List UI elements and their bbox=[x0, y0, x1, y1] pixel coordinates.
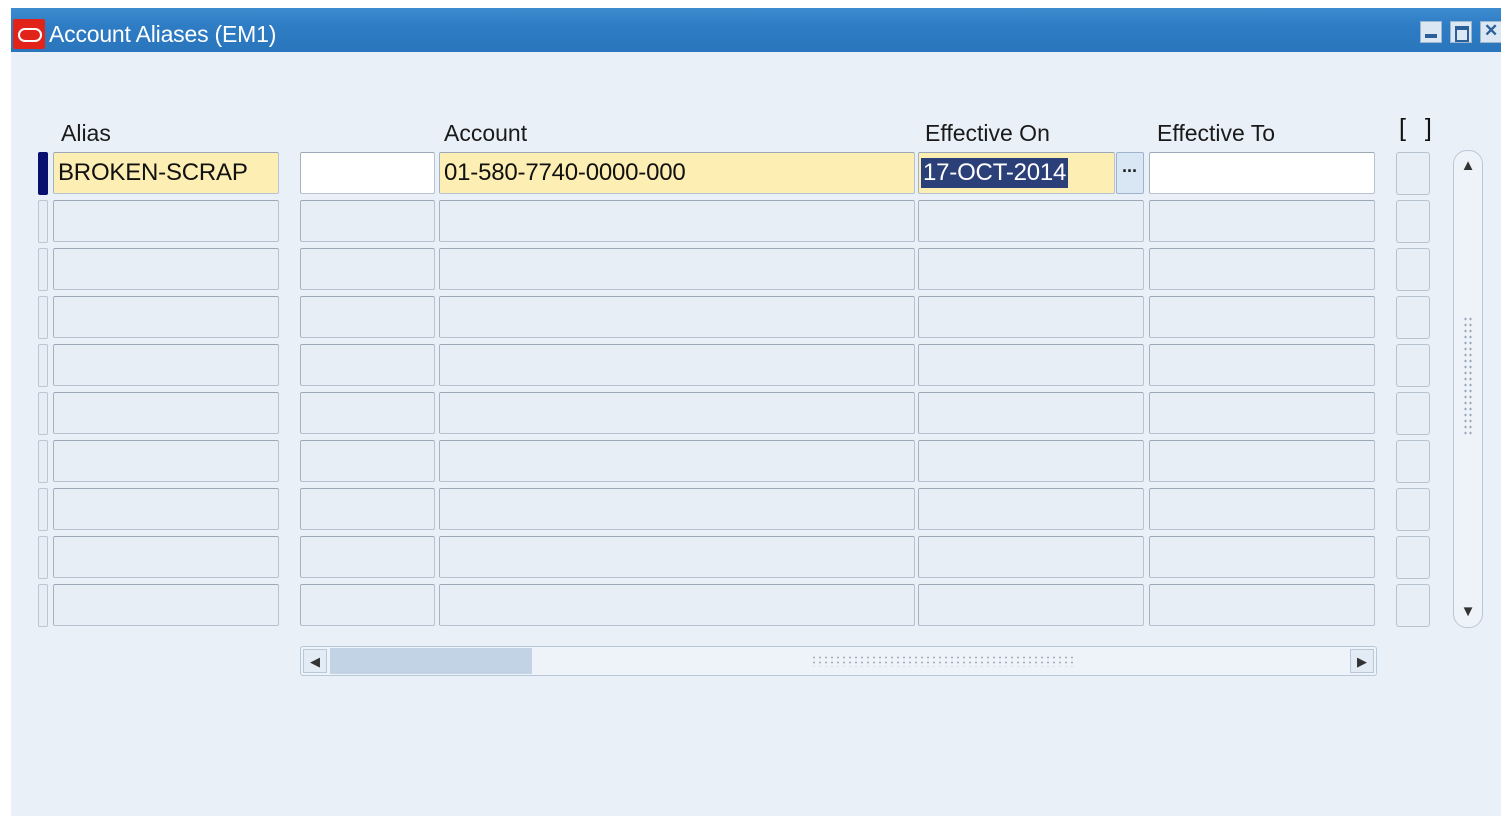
alias-field[interactable] bbox=[53, 200, 279, 242]
flexfield-cell[interactable] bbox=[1396, 152, 1430, 195]
effective-on-field[interactable] bbox=[918, 536, 1144, 578]
flexfield-cell[interactable] bbox=[1396, 296, 1430, 339]
effective-on-field[interactable] bbox=[918, 296, 1144, 338]
alias-field[interactable] bbox=[53, 584, 279, 626]
effective-on-field[interactable] bbox=[918, 488, 1144, 530]
description-field[interactable] bbox=[300, 152, 435, 194]
alias-field[interactable] bbox=[53, 392, 279, 434]
description-field[interactable] bbox=[300, 344, 435, 386]
alias-field[interactable] bbox=[53, 248, 279, 290]
column-header-account: Account bbox=[444, 120, 528, 146]
alias-field[interactable] bbox=[53, 488, 279, 530]
flexfield-cell[interactable] bbox=[1396, 440, 1430, 483]
horizontal-scroll-thumb[interactable] bbox=[330, 648, 532, 674]
effective-on-field-value: 17-OCT-2014 bbox=[921, 158, 1069, 188]
record-indicator[interactable] bbox=[38, 248, 48, 291]
horizontal-scroll-grip[interactable] bbox=[811, 655, 1073, 667]
account-field[interactable] bbox=[439, 392, 915, 434]
flexfield-cell[interactable] bbox=[1396, 392, 1430, 435]
minimize-icon[interactable] bbox=[1420, 21, 1442, 43]
effective-on-field[interactable]: 17-OCT-2014 bbox=[918, 152, 1115, 194]
maximize-icon[interactable] bbox=[1450, 21, 1472, 43]
effective-to-field[interactable] bbox=[1149, 584, 1375, 626]
scrollbar-grip[interactable] bbox=[1463, 316, 1473, 436]
oracle-logo-icon bbox=[13, 19, 45, 49]
account-field[interactable] bbox=[439, 584, 915, 626]
close-icon[interactable] bbox=[1480, 21, 1501, 43]
record-indicator[interactable] bbox=[38, 152, 48, 195]
account-field-value: 01-580-7740-0000-000 bbox=[444, 159, 686, 186]
account-field[interactable] bbox=[439, 536, 915, 578]
effective-on-field[interactable] bbox=[918, 392, 1144, 434]
record-indicator[interactable] bbox=[38, 584, 48, 627]
window-title: Account Aliases (EM1) bbox=[49, 21, 277, 47]
alias-field[interactable] bbox=[53, 440, 279, 482]
ellipsis-icon: ··· bbox=[1122, 161, 1138, 181]
description-field[interactable] bbox=[300, 392, 435, 434]
flexfield-cell[interactable] bbox=[1396, 584, 1430, 627]
flexfield-cell[interactable] bbox=[1396, 344, 1430, 387]
effective-to-field[interactable] bbox=[1149, 200, 1375, 242]
account-field[interactable] bbox=[439, 296, 915, 338]
description-field[interactable] bbox=[300, 200, 435, 242]
effective-on-field[interactable] bbox=[918, 440, 1144, 482]
scroll-down-icon[interactable]: ▼ bbox=[1459, 603, 1477, 621]
flexfield-cell[interactable] bbox=[1396, 200, 1430, 243]
effective-to-field[interactable] bbox=[1149, 536, 1375, 578]
scroll-right-icon[interactable]: ▶ bbox=[1350, 649, 1374, 673]
list-of-values-button[interactable]: ··· bbox=[1116, 152, 1144, 194]
effective-to-field[interactable] bbox=[1149, 248, 1375, 290]
alias-field[interactable]: BROKEN-SCRAP bbox=[53, 152, 279, 194]
description-field[interactable] bbox=[300, 248, 435, 290]
account-field[interactable] bbox=[439, 488, 915, 530]
vertical-scrollbar[interactable]: ▲ ▼ bbox=[1453, 150, 1483, 628]
scroll-left-icon[interactable]: ◀ bbox=[303, 649, 327, 673]
record-indicator[interactable] bbox=[38, 536, 48, 579]
effective-to-field[interactable] bbox=[1149, 488, 1375, 530]
description-field[interactable] bbox=[300, 584, 435, 626]
alias-field[interactable] bbox=[53, 536, 279, 578]
effective-on-field[interactable] bbox=[918, 344, 1144, 386]
record-indicator[interactable] bbox=[38, 440, 48, 483]
alias-field[interactable] bbox=[53, 344, 279, 386]
account-aliases-window: Account Aliases (EM1) Alias Account Effe… bbox=[11, 8, 1501, 816]
account-field[interactable] bbox=[439, 440, 915, 482]
alias-field[interactable] bbox=[53, 296, 279, 338]
description-field[interactable] bbox=[300, 440, 435, 482]
horizontal-scrollbar[interactable]: ◀ ▶ bbox=[300, 646, 1377, 676]
record-indicator[interactable] bbox=[38, 488, 48, 531]
effective-to-field[interactable] bbox=[1149, 440, 1375, 482]
title-bar[interactable]: Account Aliases (EM1) bbox=[11, 8, 1501, 52]
scroll-up-icon[interactable]: ▲ bbox=[1459, 157, 1477, 175]
column-header-alias: Alias bbox=[61, 120, 111, 146]
effective-to-field[interactable] bbox=[1149, 152, 1375, 194]
column-header-effective-on: Effective On bbox=[925, 120, 1050, 146]
effective-on-field[interactable] bbox=[918, 200, 1144, 242]
description-field[interactable] bbox=[300, 488, 435, 530]
effective-on-field[interactable] bbox=[918, 584, 1144, 626]
account-field[interactable] bbox=[439, 344, 915, 386]
record-indicator[interactable] bbox=[38, 200, 48, 243]
effective-to-field[interactable] bbox=[1149, 392, 1375, 434]
record-indicator[interactable] bbox=[38, 344, 48, 387]
column-header-effective-to: Effective To bbox=[1157, 120, 1276, 146]
account-field[interactable] bbox=[439, 200, 915, 242]
account-field[interactable]: 01-580-7740-0000-000 bbox=[439, 152, 915, 194]
effective-to-field[interactable] bbox=[1149, 344, 1375, 386]
effective-on-field[interactable] bbox=[918, 248, 1144, 290]
description-field[interactable] bbox=[300, 536, 435, 578]
effective-to-field[interactable] bbox=[1149, 296, 1375, 338]
flexfield-cell[interactable] bbox=[1396, 248, 1430, 291]
alias-field-value: BROKEN-SCRAP bbox=[58, 159, 248, 186]
record-indicator[interactable] bbox=[38, 296, 48, 339]
record-indicator[interactable] bbox=[38, 392, 48, 435]
flexfield-cell[interactable] bbox=[1396, 536, 1430, 579]
description-field[interactable] bbox=[300, 296, 435, 338]
descriptive-flexfield-icon[interactable]: [ ] bbox=[1399, 114, 1438, 143]
account-field[interactable] bbox=[439, 248, 915, 290]
flexfield-cell[interactable] bbox=[1396, 488, 1430, 531]
